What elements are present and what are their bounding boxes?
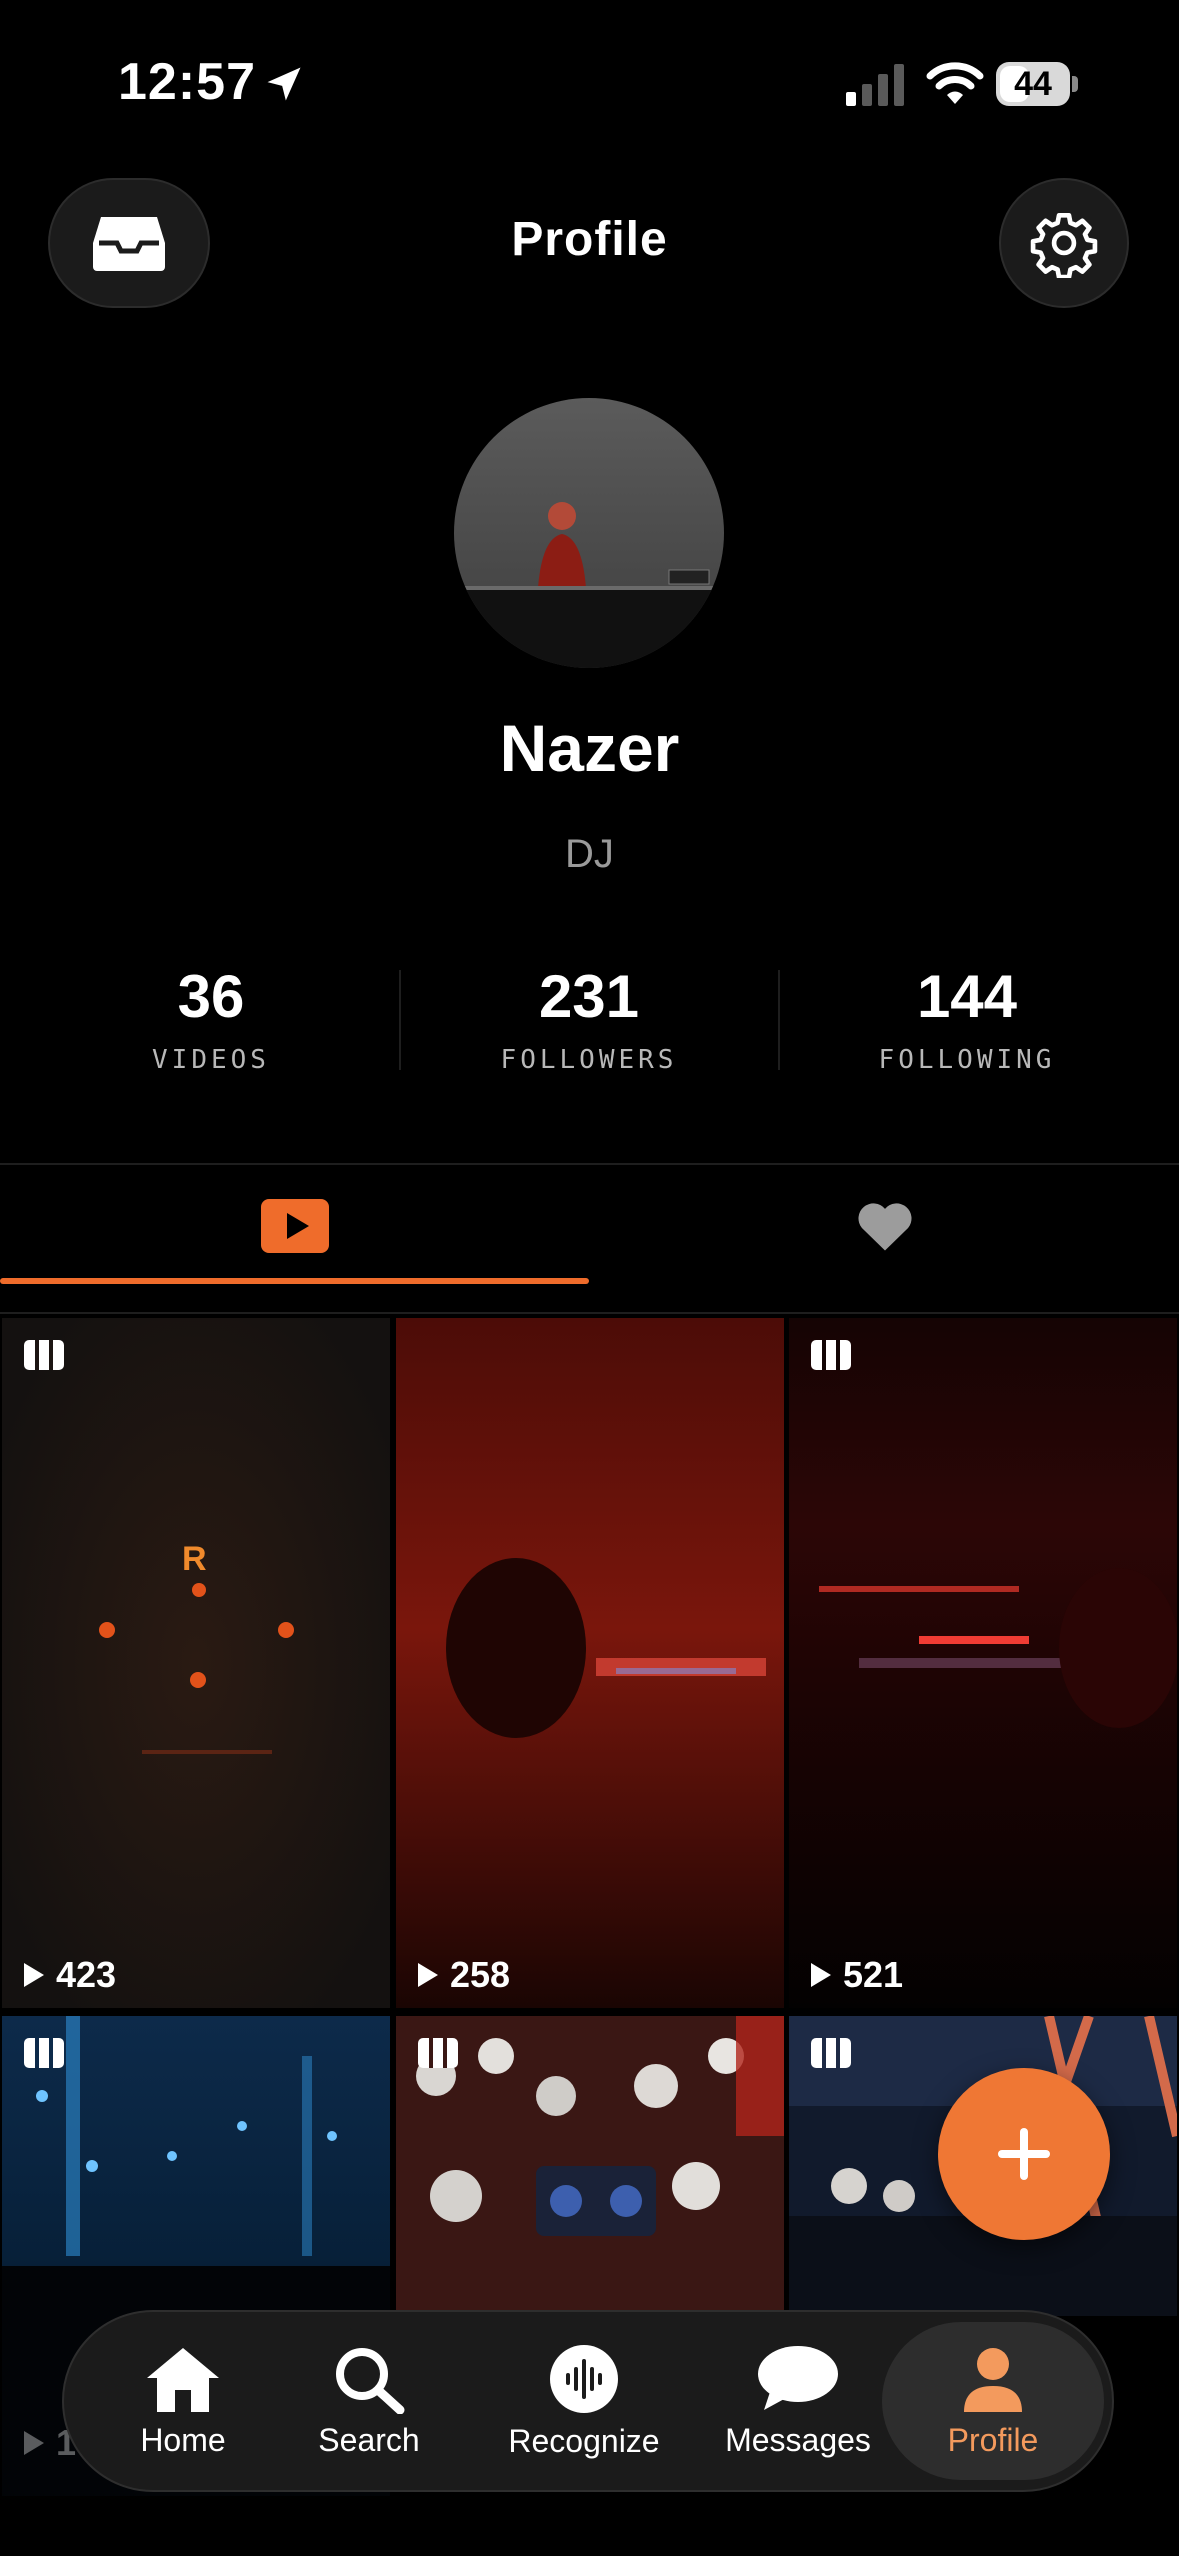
multi-clip-icon <box>418 2038 458 2068</box>
play-icon <box>24 2431 44 2455</box>
plus-icon <box>998 2128 1050 2180</box>
chat-bubble-icon <box>758 2345 838 2410</box>
stat-followers-value: 231 <box>538 963 640 1030</box>
divider <box>0 1312 1179 1314</box>
profile-role: DJ <box>565 832 614 876</box>
divider <box>0 1163 1179 1165</box>
settings-button[interactable] <box>999 178 1129 308</box>
battery-indicator: 44 <box>996 62 1080 106</box>
stat-followers[interactable]: 231 FOLLOWERS <box>429 962 749 1075</box>
stat-following[interactable]: 144 FOLLOWING <box>807 962 1127 1075</box>
add-video-button[interactable] <box>938 2068 1110 2240</box>
multi-clip-icon <box>24 2038 64 2068</box>
cellular-signal-icon <box>846 64 904 106</box>
stat-divider <box>778 970 780 1070</box>
waveform-icon <box>550 2344 618 2413</box>
active-tab-indicator <box>0 1278 589 1284</box>
video-tile[interactable] <box>396 2016 784 2316</box>
home-icon <box>147 2347 219 2412</box>
wifi-icon <box>926 62 984 104</box>
stat-videos[interactable]: 36 VIDEOS <box>51 962 371 1075</box>
search-icon <box>336 2347 405 2414</box>
tab-videos[interactable] <box>0 1166 589 1286</box>
nav-recognize[interactable]: Recognize <box>484 2312 684 2490</box>
stat-followers-label: FOLLOWERS <box>500 1045 678 1075</box>
video-thumbnail: R <box>2 1318 390 2008</box>
stat-following-value: 144 <box>916 963 1018 1030</box>
video-tile[interactable]: 258 <box>396 1318 784 2008</box>
location-arrow-icon <box>267 67 301 101</box>
stat-divider <box>399 970 401 1070</box>
play-count: 423 <box>22 1954 116 1996</box>
play-count: 521 <box>809 1954 903 1996</box>
nav-profile[interactable]: Profile <box>882 2322 1104 2480</box>
gear-icon <box>1030 212 1098 278</box>
nav-messages[interactable]: Messages <box>708 2312 888 2490</box>
bottom-nav: Home Search Recognize Messages Profile <box>62 2310 1114 2492</box>
play-count: 258 <box>416 1954 510 1996</box>
stat-videos-label: VIDEOS <box>152 1045 270 1075</box>
video-tile[interactable]: R 423 <box>2 1318 390 2008</box>
stat-following-label: FOLLOWING <box>878 1045 1056 1075</box>
profile-avatar[interactable] <box>454 398 724 668</box>
play-count-value: 521 <box>843 1954 904 1995</box>
play-count-value: 258 <box>450 1954 511 1995</box>
play-icon <box>811 1963 831 1987</box>
play-icon <box>418 1963 438 1987</box>
nav-recognize-label: Recognize <box>508 2422 660 2459</box>
video-play-icon <box>260 1199 329 1253</box>
video-tile[interactable]: 521 <box>789 1318 1177 2008</box>
play-count-value: 423 <box>56 1954 117 1995</box>
nav-home[interactable]: Home <box>108 2312 258 2490</box>
avatar-photo <box>454 398 724 668</box>
heart-icon <box>857 1203 912 1251</box>
nav-search-label: Search <box>318 2421 420 2458</box>
status-time: 12:57 <box>118 53 256 111</box>
nav-messages-label: Messages <box>725 2421 871 2458</box>
nav-profile-label: Profile <box>947 2421 1039 2458</box>
video-thumbnail <box>789 1318 1177 2008</box>
profile-name: Nazer <box>499 711 680 785</box>
nav-search[interactable]: Search <box>294 2312 444 2490</box>
tab-liked[interactable] <box>590 1166 1179 1286</box>
play-icon <box>24 1963 44 1987</box>
stat-videos-value: 36 <box>177 963 245 1030</box>
multi-clip-icon <box>24 1340 64 1370</box>
person-icon <box>964 2347 1022 2412</box>
nav-home-label: Home <box>140 2421 226 2458</box>
multi-clip-icon <box>811 2038 851 2068</box>
svg-text:R: R <box>182 1540 207 1578</box>
battery-percent: 44 <box>1014 65 1052 103</box>
multi-clip-icon <box>811 1340 851 1370</box>
video-thumbnail <box>396 1318 784 2008</box>
